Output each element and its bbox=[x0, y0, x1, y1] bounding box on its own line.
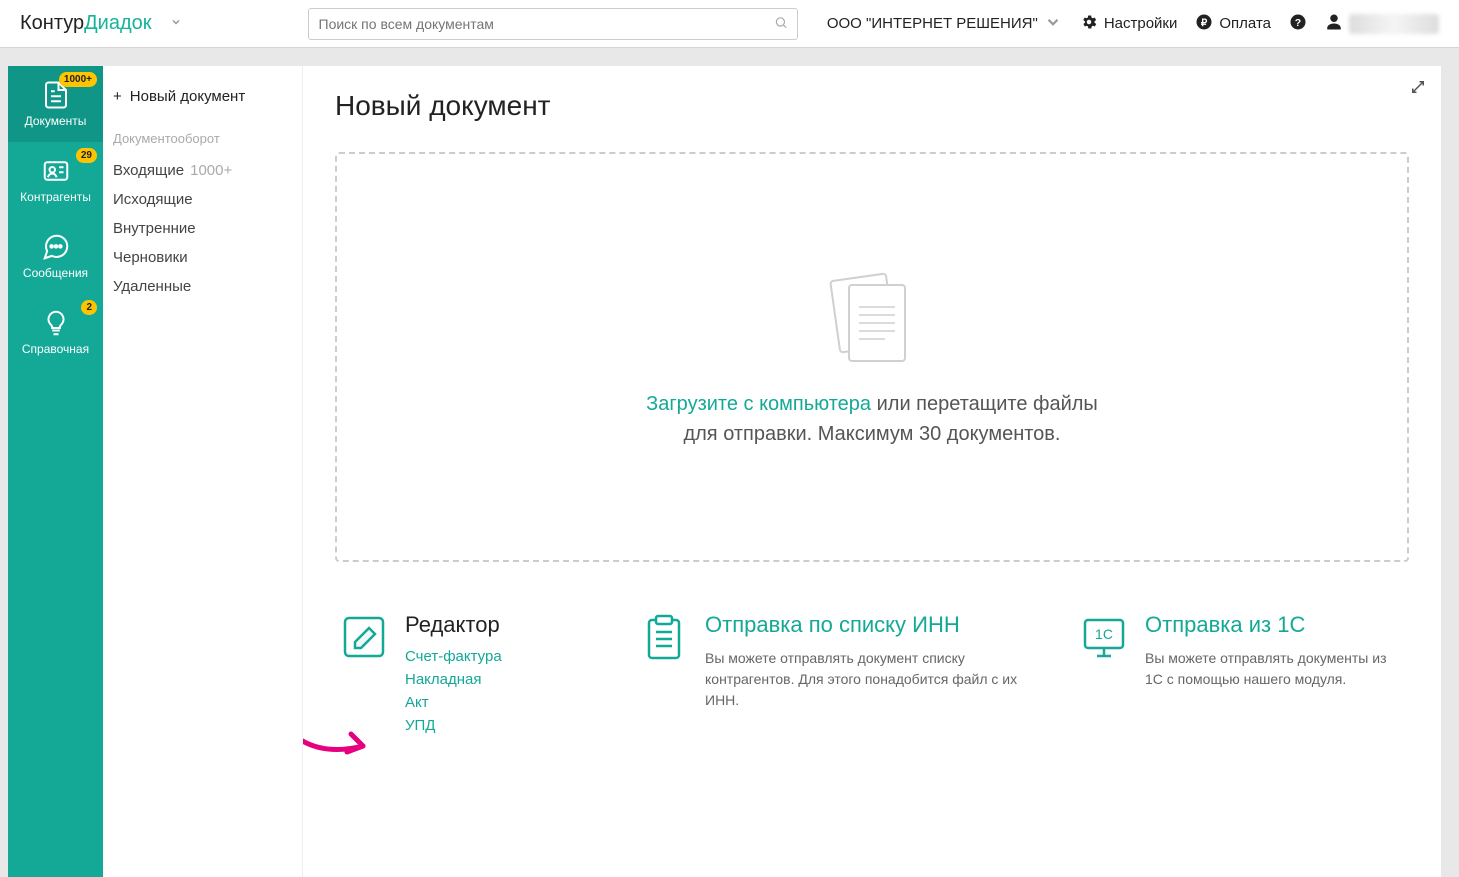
sub-link-internal[interactable]: Внутренние bbox=[113, 214, 302, 243]
clipboard-icon bbox=[639, 612, 689, 662]
editor-links: Счет-фактура Накладная Акт УПД bbox=[405, 648, 502, 734]
sidebar-item-label: Справочная bbox=[12, 342, 99, 356]
user-name-blurred bbox=[1349, 14, 1439, 34]
sidebar-item-messages[interactable]: Сообщения bbox=[8, 218, 103, 294]
content: Новый документ bbox=[303, 66, 1441, 877]
drop-text: Загрузите с компьютера или перетащите фа… bbox=[646, 389, 1098, 449]
sidebar-item-counterparties[interactable]: 29 Контрагенты bbox=[8, 142, 103, 218]
new-document-label: Новый документ bbox=[130, 88, 245, 105]
payment-label: Оплата bbox=[1219, 15, 1271, 32]
dropzone[interactable]: Загрузите с компьютера или перетащите фа… bbox=[335, 152, 1409, 562]
option-body: Вы можете отправлять документ списку кон… bbox=[705, 648, 1019, 711]
upload-link[interactable]: Загрузите с компьютера bbox=[646, 393, 871, 415]
ruble-icon: ₽ bbox=[1195, 13, 1213, 35]
org-selector[interactable]: ООО "ИНТЕРНЕТ РЕШЕНИЯ" bbox=[827, 13, 1062, 34]
settings-label: Настройки bbox=[1104, 15, 1178, 32]
editor-link-act[interactable]: Акт bbox=[405, 694, 502, 711]
option-inn: Отправка по списку ИНН Вы можете отправл… bbox=[639, 612, 1019, 711]
logo-part1: Контур bbox=[20, 12, 84, 35]
sidebar-item-help[interactable]: 2 Справочная bbox=[8, 294, 103, 370]
sidebar-item-documents[interactable]: 1000+ Документы bbox=[8, 66, 103, 142]
sub-link-outbox[interactable]: Исходящие bbox=[113, 185, 302, 214]
header: Контур Диадок ООО "ИНТЕРНЕТ РЕШЕНИЯ" Нас… bbox=[0, 0, 1459, 48]
sub-link-label: Удаленные bbox=[113, 278, 191, 295]
badge: 1000+ bbox=[59, 72, 97, 87]
user-menu[interactable] bbox=[1325, 13, 1439, 35]
sidebar-item-label: Документы bbox=[12, 114, 99, 128]
settings-link[interactable]: Настройки bbox=[1080, 13, 1178, 35]
section-label: Документооборот bbox=[113, 125, 302, 156]
sub-link-inbox[interactable]: Входящие 1000+ bbox=[113, 156, 302, 185]
option-title: Редактор bbox=[405, 612, 502, 638]
editor-link-invoice[interactable]: Счет-фактура bbox=[405, 648, 502, 665]
badge: 29 bbox=[76, 148, 97, 163]
monitor-1c-icon: 1C bbox=[1079, 612, 1129, 662]
sidebar-item-label: Сообщения bbox=[12, 266, 99, 280]
sub-link-count: 1000+ bbox=[190, 162, 232, 179]
user-icon bbox=[1325, 13, 1343, 35]
sidebar: 1000+ Документы 29 Контрагенты Сообщения… bbox=[8, 66, 103, 877]
badge: 2 bbox=[81, 300, 97, 315]
documents-stack-icon bbox=[817, 265, 927, 375]
option-title-link[interactable]: Отправка по списку ИНН bbox=[705, 612, 1019, 638]
org-name: ООО "ИНТЕРНЕТ РЕШЕНИЯ" bbox=[827, 15, 1038, 32]
header-right: ООО "ИНТЕРНЕТ РЕШЕНИЯ" Настройки ₽ Оплат… bbox=[827, 13, 1439, 35]
search-icon[interactable] bbox=[774, 15, 788, 32]
help-link[interactable]: ? bbox=[1289, 13, 1307, 35]
plus-icon: + bbox=[113, 88, 122, 105]
help-icon: ? bbox=[1289, 13, 1307, 35]
option-content: Отправка по списку ИНН Вы можете отправл… bbox=[705, 612, 1019, 711]
editor-link-upd[interactable]: УПД bbox=[405, 717, 502, 734]
option-content: Отправка из 1С Вы можете отправлять доку… bbox=[1145, 612, 1399, 690]
chevron-down-icon[interactable] bbox=[164, 10, 188, 37]
option-title-link[interactable]: Отправка из 1С bbox=[1145, 612, 1399, 638]
sub-link-deleted[interactable]: Удаленные bbox=[113, 272, 302, 301]
svg-text:₽: ₽ bbox=[1201, 17, 1208, 28]
drop-rest1: или перетащите файлы bbox=[871, 393, 1098, 415]
option-content: Редактор Счет-фактура Накладная Акт УПД bbox=[405, 612, 502, 734]
expand-icon[interactable] bbox=[1409, 78, 1427, 101]
search-wrap bbox=[308, 8, 798, 40]
chevron-down-icon bbox=[1044, 13, 1062, 34]
new-document-button[interactable]: + Новый документ bbox=[113, 82, 302, 125]
sub-sidebar: + Новый документ Документооборот Входящи… bbox=[103, 66, 303, 877]
sub-link-label: Внутренние bbox=[113, 220, 196, 237]
option-1c: 1C Отправка из 1С Вы можете отправлять д… bbox=[1079, 612, 1399, 690]
sub-link-label: Исходящие bbox=[113, 191, 193, 208]
logo-part2: Диадок bbox=[84, 12, 151, 35]
options-row: Редактор Счет-фактура Накладная Акт УПД … bbox=[335, 612, 1409, 734]
editor-link-waybill[interactable]: Накладная bbox=[405, 671, 502, 688]
option-body: Вы можете отправлять документы из 1С с п… bbox=[1145, 648, 1399, 690]
search-input[interactable] bbox=[308, 8, 798, 40]
sub-link-drafts[interactable]: Черновики bbox=[113, 243, 302, 272]
logo[interactable]: Контур Диадок bbox=[20, 12, 152, 35]
svg-text:?: ? bbox=[1295, 16, 1301, 28]
gear-icon bbox=[1080, 13, 1098, 35]
drop-line2: для отправки. Максимум 30 документов. bbox=[683, 423, 1060, 445]
svg-text:1C: 1C bbox=[1095, 626, 1113, 642]
app-body: 1000+ Документы 29 Контрагенты Сообщения… bbox=[0, 48, 1459, 877]
chat-icon bbox=[12, 232, 99, 262]
edit-icon bbox=[339, 612, 389, 662]
option-editor: Редактор Счет-фактура Накладная Акт УПД bbox=[339, 612, 579, 734]
sub-link-label: Черновики bbox=[113, 249, 188, 266]
sidebar-item-label: Контрагенты bbox=[12, 190, 99, 204]
payment-link[interactable]: ₽ Оплата bbox=[1195, 13, 1271, 35]
page-title: Новый документ bbox=[335, 90, 1409, 122]
sub-link-label: Входящие bbox=[113, 162, 184, 179]
